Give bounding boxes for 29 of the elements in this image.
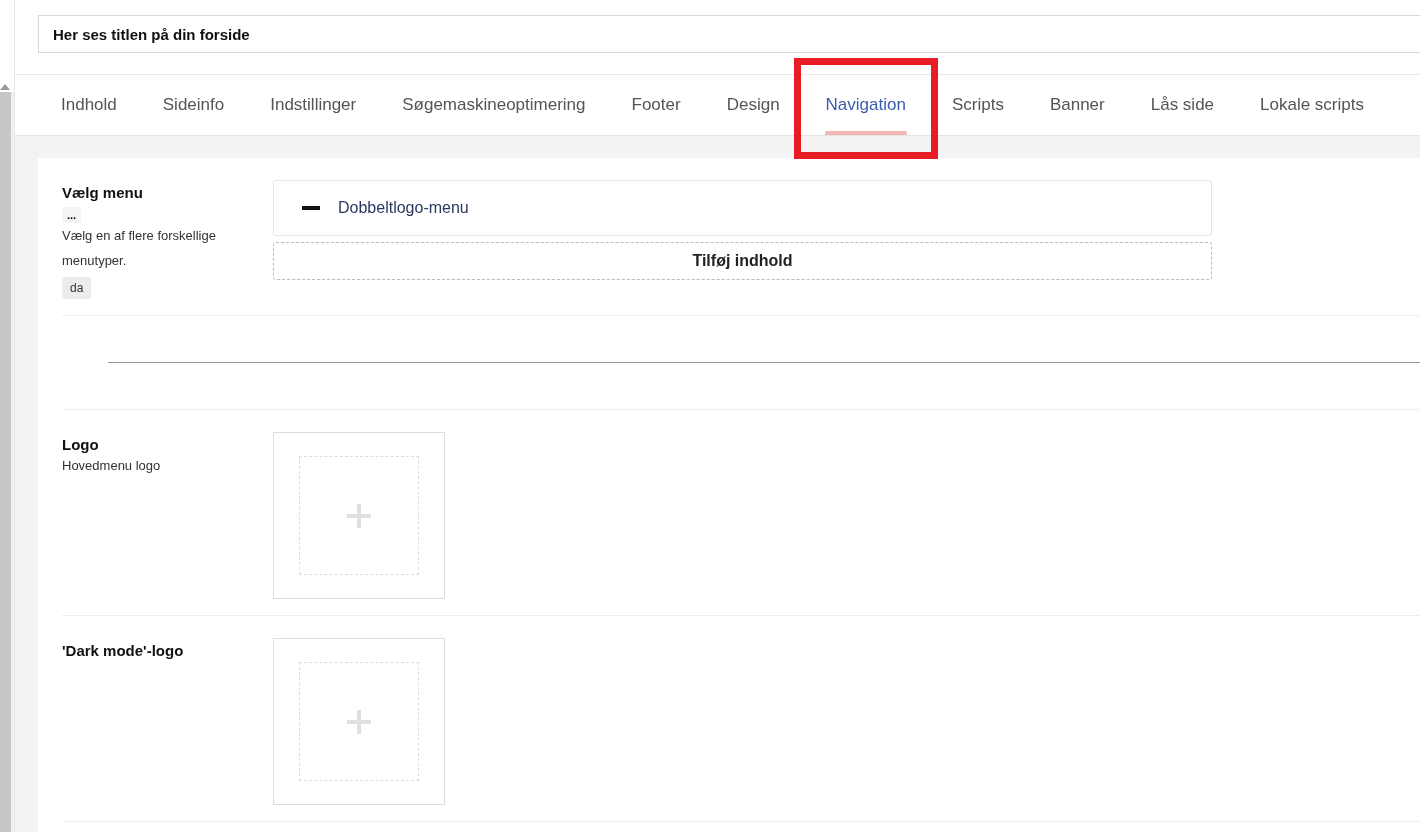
- plus-icon: [347, 503, 371, 528]
- property-description: Vælg en af flere forskellige menutyper.: [62, 227, 217, 270]
- title-field[interactable]: Her ses titlen på din forside: [38, 15, 1420, 53]
- tab[interactable]: Søgemaskineoptimering: [379, 75, 609, 135]
- tab[interactable]: Lokale scripts: [1237, 75, 1387, 135]
- tab[interactable]: Lås side: [1127, 75, 1238, 135]
- block-item[interactable]: Dobbeltlogo-menu: [273, 180, 1212, 236]
- culture-tag: da: [62, 277, 92, 299]
- scroll-up-icon[interactable]: [0, 84, 10, 90]
- add-content-button[interactable]: Tilføj indhold: [273, 242, 1212, 280]
- tab[interactable]: Sideinfo: [139, 75, 248, 135]
- tab[interactable]: Indstillinger: [247, 75, 380, 135]
- actions-button[interactable]: ...: [62, 207, 82, 223]
- tab[interactable]: Design: [703, 75, 803, 135]
- tab[interactable]: Scripts: [928, 75, 1027, 135]
- tab[interactable]: Indhold: [38, 75, 140, 135]
- scrollbar[interactable]: [0, 92, 14, 832]
- property-label: Vælg menu: [62, 184, 143, 201]
- property-label: Logo: [62, 436, 99, 453]
- image-picker[interactable]: [273, 432, 445, 599]
- property-label: 'Dark mode'-logo: [62, 642, 184, 659]
- tab[interactable]: Navigation: [802, 75, 929, 135]
- tab[interactable]: Footer: [608, 75, 704, 135]
- property-description: Hovedmenu logo: [62, 457, 162, 475]
- image-picker[interactable]: [273, 638, 445, 805]
- minus-icon: [302, 206, 320, 210]
- block-name: Dobbeltlogo-menu: [338, 199, 469, 217]
- plus-icon: [347, 709, 371, 734]
- tab[interactable]: Banner: [1026, 75, 1128, 135]
